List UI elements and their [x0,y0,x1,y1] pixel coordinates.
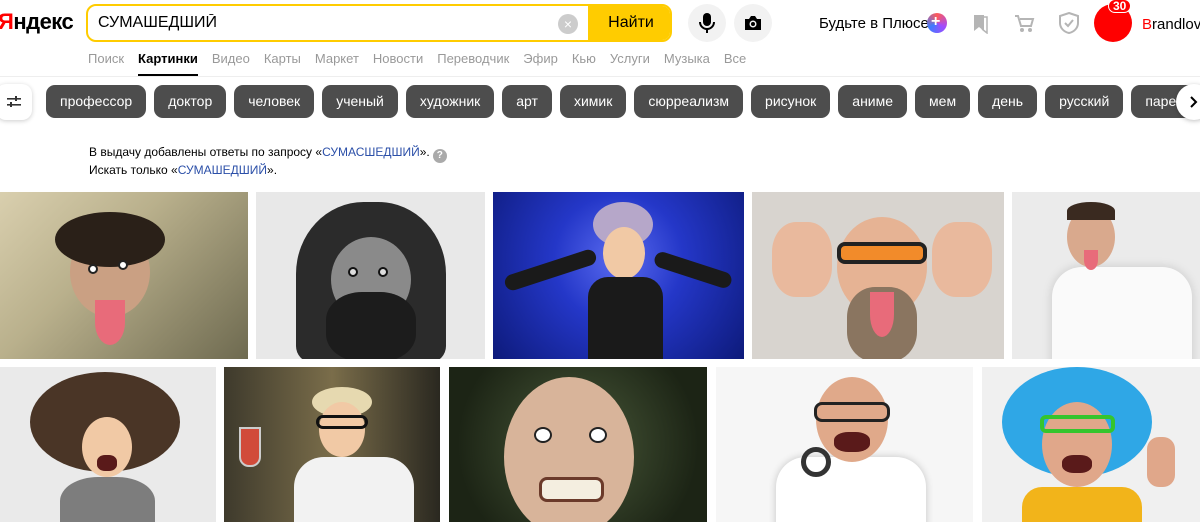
chip-day[interactable]: день [978,85,1038,118]
tab-services[interactable]: Услуги [610,51,650,66]
chip-drawing[interactable]: рисунок [751,85,831,118]
chip-artist[interactable]: художник [405,85,495,118]
notice-text-end: ». [419,145,430,159]
corrected-query-link[interactable]: СУМАСШЕДШИЙ [322,145,420,159]
nav-divider [0,76,1200,77]
chip-anime[interactable]: аниме [838,85,908,118]
cart-icon[interactable] [1014,12,1036,34]
image-result[interactable] [982,367,1200,522]
chip-person[interactable]: человек [234,85,315,118]
tab-q[interactable]: Кью [572,51,596,66]
clear-search-icon[interactable]: × [558,14,578,34]
tab-video[interactable]: Видео [212,51,250,66]
shield-icon[interactable] [1058,11,1080,35]
tab-news[interactable]: Новости [373,51,423,66]
image-result[interactable] [752,192,1004,359]
logo-first-letter: Я [0,9,14,34]
yandex-logo[interactable]: Яндекс [0,9,74,35]
image-result[interactable] [224,367,440,522]
microphone-icon [699,13,715,33]
bookmark-icon[interactable] [969,12,991,35]
image-result[interactable] [256,192,485,359]
username-first-letter: B [1142,16,1153,33]
plus-promo-link[interactable]: Будьте в Плюсе [819,15,929,32]
help-icon[interactable]: ? [432,149,447,163]
chip-surrealism[interactable]: сюрреализм [634,85,744,118]
plus-badge-icon [927,13,947,33]
voice-search-button[interactable] [688,4,726,42]
original-query-link[interactable]: СУМАШЕДШИЙ [178,163,267,177]
chip-professor[interactable]: профессор [46,85,147,118]
search-box: × Найти [86,4,672,42]
chevron-right-icon [1190,96,1198,108]
tab-efir[interactable]: Эфир [523,51,558,66]
image-result[interactable] [493,192,744,359]
camera-icon [745,16,761,30]
chip-chemist[interactable]: химик [559,85,627,118]
image-result[interactable] [449,367,707,522]
notifications-badge: 30 [1108,0,1132,13]
username[interactable]: Brandlovv [1142,16,1200,33]
filters-button[interactable] [0,84,32,120]
notice-text-2-end: ». [267,163,278,177]
image-result[interactable] [0,367,216,522]
chip-meme[interactable]: мем [915,85,971,118]
related-chips: профессор доктор человек ученый художник… [46,85,1200,118]
filter-icon [7,96,21,107]
chip-scientist[interactable]: ученый [322,85,398,118]
image-result[interactable] [0,192,248,359]
tab-music[interactable]: Музыка [664,51,710,66]
notice-text: В выдачу добавлены ответы по запросу « [89,145,323,159]
image-result[interactable] [716,367,973,522]
chip-art[interactable]: арт [502,85,552,118]
tab-search[interactable]: Поиск [88,51,124,66]
search-input[interactable] [88,6,558,40]
tab-market[interactable]: Маркет [315,51,359,66]
find-button[interactable]: Найти [588,6,670,40]
tab-maps[interactable]: Карты [264,51,301,66]
tab-images[interactable]: Картинки [138,51,198,76]
logo-rest: ндекс [13,9,74,34]
image-search-button[interactable] [734,4,772,42]
tab-translator[interactable]: Переводчик [437,51,509,66]
service-nav: Поиск Картинки Видео Карты Маркет Новост… [88,51,760,76]
chip-doctor[interactable]: доктор [154,85,227,118]
spell-correction-notice: В выдачу добавлены ответы по запросу «СУ… [89,145,447,178]
notice-text-2: Искать только « [89,163,178,177]
username-rest: randlovv [1152,16,1200,33]
image-result[interactable] [1012,192,1200,359]
tab-all[interactable]: Все [724,51,746,66]
chip-russian[interactable]: русский [1045,85,1124,118]
